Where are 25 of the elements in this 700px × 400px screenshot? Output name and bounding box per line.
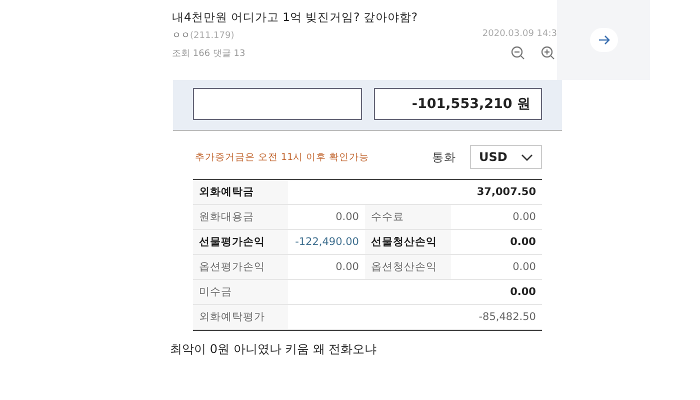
post-title: 내4천만원 어디가고 1억 빚진거임? 갚아야함? — [172, 10, 418, 25]
zoom-in-icon[interactable] — [541, 46, 555, 60]
input-field[interactable] — [193, 88, 362, 120]
amount-field[interactable]: -101,553,210 원 — [374, 88, 542, 120]
author-name: ㅇㅇ — [172, 31, 190, 41]
next-button[interactable] — [590, 28, 618, 52]
row-label: 선물청산손익 — [365, 230, 451, 255]
row-label: 미수금 — [193, 280, 288, 305]
row-label: 원화대용금 — [193, 205, 288, 230]
margin-notice: 추가증거금은 오전 11시 이후 확인가능 — [195, 150, 370, 164]
zoom-out-icon[interactable] — [511, 46, 525, 60]
post-body: 최악이 0원 아니였나 키움 왜 전화오냐 — [170, 341, 378, 358]
row-label: 선물평가손익 — [193, 230, 288, 255]
currency-select[interactable]: USD — [470, 145, 542, 169]
arrow-right-icon — [598, 35, 610, 45]
author-ip: (211.179) — [190, 31, 234, 41]
currency-label: 통화 — [432, 150, 456, 164]
post-date: 2020.03.09 14:3 — [482, 29, 557, 41]
chevron-down-icon — [521, 154, 533, 160]
post-stats: 조회 166 댓글 13 — [172, 48, 246, 60]
row-label: 옵션평가손익 — [193, 255, 288, 280]
row-label: 외화예탁평가 — [193, 305, 288, 330]
row-label: 옵션청산손익 — [365, 255, 451, 280]
row-label: 수수료 — [365, 205, 451, 230]
row-label: 외화예탁금 — [193, 180, 288, 205]
